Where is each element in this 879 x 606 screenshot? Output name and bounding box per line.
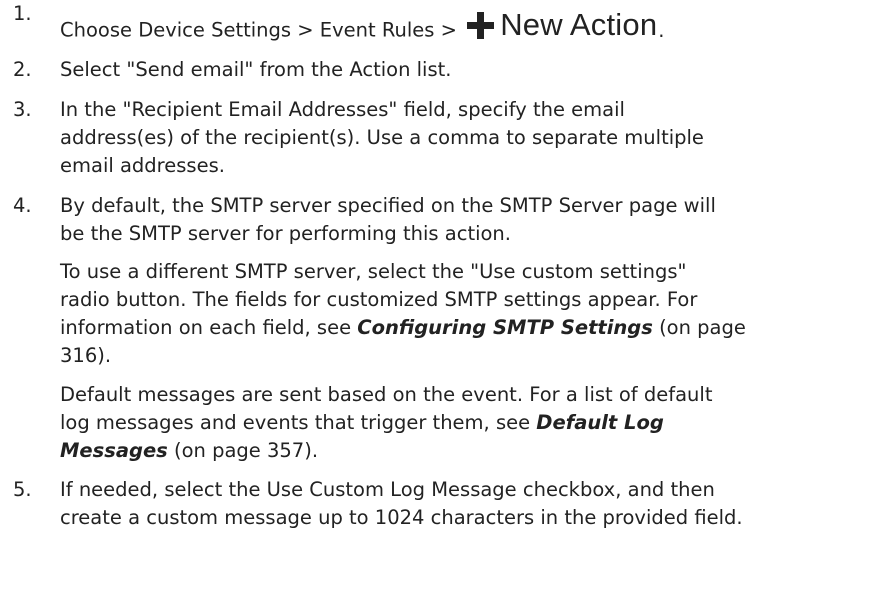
step-number: 4. [13,193,32,217]
step-1: 1. Choose Device Settings > Event Rules … [0,0,879,45]
text-line: create a custom message up to 1024 chara… [60,505,743,529]
step-text-after: . [658,18,665,42]
text-line: radio button. The fields for customized … [60,287,698,311]
step-number: 3. [13,97,32,121]
step-number: 5. [13,477,32,501]
text-line: (on page 357). [167,438,319,462]
step-text: In the "Recipient Email Addresses" field… [60,96,869,180]
text-line: (on page [652,315,746,339]
plus-icon [467,11,495,39]
step-5: 5. If needed, select the Use Custom Log … [0,476,879,532]
step-number: 1. [13,2,32,25]
text-line: information on each field, see [60,315,358,339]
document-page: 1. Choose Device Settings > Event Rules … [0,0,879,606]
text-line: address(es) of the recipient(s). Use a c… [60,125,704,149]
text-line: email addresses. [60,153,225,177]
text-line: 316). [60,343,112,367]
configuring-smtp-settings-link[interactable]: Configuring SMTP Settings [357,316,653,339]
step-text: Choose Device Settings > Event Rules > N… [60,9,869,45]
step-text: If needed, select the Use Custom Log Mes… [60,476,869,532]
text-line: In the "Recipient Email Addresses" field… [60,97,625,121]
default-log-messages-link-part1[interactable]: Default Log [536,411,664,434]
step-3: 3. In the "Recipient Email Addresses" fi… [0,96,879,180]
step-4: 4. By default, the SMTP server specified… [0,192,879,465]
default-log-messages-link-part2[interactable]: Messages [60,439,168,462]
text-line: By default, the SMTP server specified on… [60,193,716,217]
step-text: Select "Send email" from the Action list… [60,57,452,81]
text-line: If needed, select the Use Custom Log Mes… [60,477,715,501]
new-action-label: New Action [500,7,658,42]
new-action-button[interactable]: New Action [467,9,657,41]
text-line: log messages and events that trigger the… [60,410,537,434]
text-line: To use a different SMTP server, select t… [60,259,687,283]
sub-paragraph-custom-smtp: To use a different SMTP server, select t… [60,258,869,370]
text-line: be the SMTP server for performing this a… [60,221,511,245]
text-line: Default messages are sent based on the e… [60,382,713,406]
step-text-before: Choose Device Settings > Event Rules > [60,18,464,42]
procedure-steps: 1. Choose Device Settings > Event Rules … [0,0,879,532]
sub-paragraph-default-messages: Default messages are sent based on the e… [60,381,869,465]
step-text: By default, the SMTP server specified on… [60,192,869,248]
step-2: 2. Select "Send email" from the Action l… [0,56,879,84]
step-number: 2. [13,57,32,81]
